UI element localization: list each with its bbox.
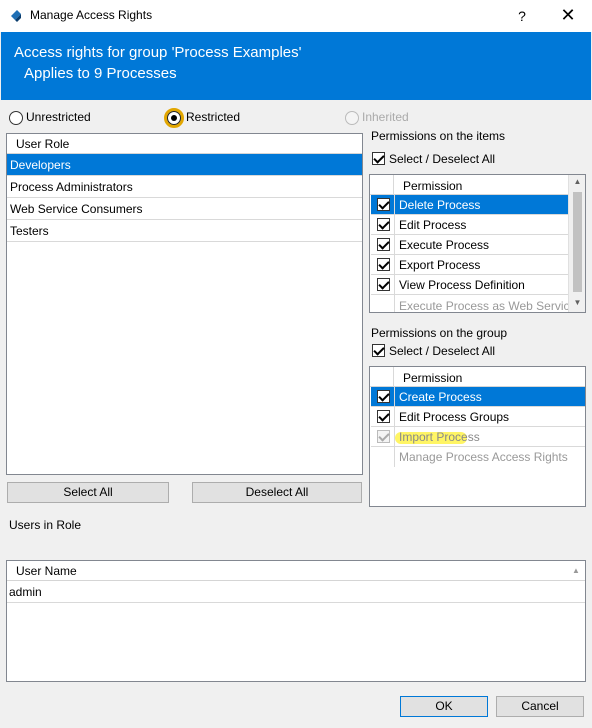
item-edit-process-checkbox[interactable]	[377, 218, 390, 231]
users-grid[interactable]: User Name ▲ admin	[6, 560, 586, 682]
items-select-all-checkbox[interactable]	[372, 152, 385, 165]
role-row-developers[interactable]: Developers	[7, 154, 362, 176]
inherited-label: Inherited	[362, 110, 409, 124]
scroll-thumb[interactable]	[573, 192, 582, 292]
scroll-down-icon[interactable]: ▼	[569, 298, 585, 307]
deselect-all-button[interactable]: Deselect All	[192, 482, 362, 503]
window-title: Manage Access Rights	[30, 8, 153, 22]
item-permissions-scrollbar[interactable]: ▲ ▼	[568, 175, 585, 312]
item-permission-label: View Process Definition	[399, 278, 525, 292]
close-button[interactable]: ✕	[548, 0, 588, 32]
item-permission-row[interactable]: View Process Definition	[371, 275, 568, 295]
items-select-all-label[interactable]: Select / Deselect All	[389, 152, 495, 166]
item-permission-label: Execute Process	[399, 238, 490, 252]
group-permission-row: Manage Process Access Rights	[371, 447, 585, 467]
item-permissions-grid[interactable]: Permission Delete Process Edit Process E…	[369, 174, 586, 313]
item-permission-label: Delete Process	[399, 198, 481, 212]
item-export-process-checkbox[interactable]	[377, 258, 390, 271]
user-role-column-header[interactable]: User Role	[7, 134, 362, 154]
item-permission-row[interactable]: Export Process	[371, 255, 568, 275]
dialog-header: Access rights for group 'Process Example…	[1, 32, 591, 100]
item-permission-row[interactable]: Execute Process	[371, 235, 568, 255]
group-select-all-label[interactable]: Select / Deselect All	[389, 344, 495, 358]
item-permission-row[interactable]: Delete Process	[371, 195, 568, 215]
item-permissions-label: Permissions on the items	[371, 129, 506, 143]
restricted-radio[interactable]	[167, 111, 181, 125]
group-permission-label: Edit Process Groups	[399, 410, 510, 424]
app-logo-icon	[11, 10, 21, 22]
group-edit-groups-checkbox[interactable]	[377, 410, 390, 423]
user-role-grid[interactable]: User Role Developers Process Administrat…	[6, 133, 363, 475]
cancel-button[interactable]: Cancel	[496, 696, 584, 717]
item-permission-row[interactable]: Edit Process	[371, 215, 568, 235]
restricted-label[interactable]: Restricted	[186, 110, 240, 124]
user-name-header-label: User Name	[16, 564, 77, 578]
group-select-all-checkbox[interactable]	[372, 344, 385, 357]
item-permission-label: Edit Process	[399, 218, 467, 232]
group-permission-label: Manage Process Access Rights	[399, 450, 568, 464]
group-permission-column-header[interactable]: Permission	[403, 371, 462, 385]
user-row-admin[interactable]: admin	[7, 581, 585, 603]
title-bar: Manage Access Rights ? ✕	[0, 0, 592, 32]
role-row-testers[interactable]: Testers	[7, 220, 362, 242]
group-permissions-grid[interactable]: Permission Create Process Edit Process G…	[369, 366, 586, 507]
group-permission-row[interactable]: Create Process	[371, 387, 585, 407]
item-header-check-cell	[370, 175, 394, 195]
user-name-column-header[interactable]: User Name ▲	[7, 561, 585, 581]
header-group-title: Access rights for group 'Process Example…	[14, 44, 302, 61]
item-permissions-header: Permission	[370, 175, 568, 195]
header-applies-count: Applies to 9 Processes	[24, 65, 177, 82]
help-button[interactable]: ?	[508, 0, 536, 32]
group-permission-label: Create Process	[399, 390, 482, 404]
role-row-process-administrators[interactable]: Process Administrators	[7, 176, 362, 198]
unrestricted-label[interactable]: Unrestricted	[26, 110, 91, 124]
group-permissions-header: Permission	[370, 367, 585, 387]
group-header-check-cell	[370, 367, 394, 387]
item-delete-process-checkbox[interactable]	[377, 198, 390, 211]
item-permission-label: Execute Process as Web Service	[399, 299, 577, 313]
inherited-radio	[345, 111, 359, 125]
sort-up-icon: ▲	[572, 566, 580, 575]
item-view-definition-checkbox[interactable]	[377, 278, 390, 291]
item-permission-row: Execute Process as Web Service	[371, 295, 576, 312]
unrestricted-radio[interactable]	[9, 111, 23, 125]
group-create-process-checkbox[interactable]	[377, 390, 390, 403]
group-permission-row: Import Process	[371, 427, 585, 447]
select-all-button[interactable]: Select All	[7, 482, 169, 503]
group-permission-row[interactable]: Edit Process Groups	[371, 407, 585, 427]
item-permission-label: Export Process	[399, 258, 481, 272]
ok-button[interactable]: OK	[400, 696, 488, 717]
role-row-web-service-consumers[interactable]: Web Service Consumers	[7, 198, 362, 220]
users-in-role-label: Users in Role	[9, 518, 82, 532]
item-execute-process-checkbox[interactable]	[377, 238, 390, 251]
group-import-process-checkbox	[377, 430, 390, 443]
group-permission-label: Import Process	[399, 430, 480, 444]
scroll-up-icon[interactable]: ▲	[569, 177, 585, 186]
item-permission-column-header[interactable]: Permission	[403, 179, 462, 193]
group-permissions-label: Permissions on the group	[371, 326, 508, 340]
